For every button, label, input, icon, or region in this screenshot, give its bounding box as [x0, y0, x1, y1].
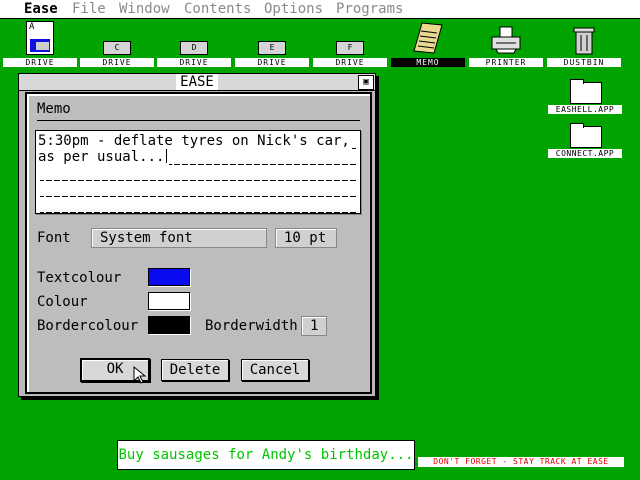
- menu-window[interactable]: Window: [119, 1, 170, 17]
- drive-label: DRIVE: [157, 58, 231, 67]
- hard-drive-icon: D: [180, 41, 208, 55]
- menu-contents[interactable]: Contents: [184, 1, 251, 17]
- textcolour-label: Textcolour: [37, 270, 122, 286]
- menu-bar: Ease File Window Contents Options Progra…: [0, 0, 640, 19]
- menu-programs[interactable]: Programs: [336, 1, 403, 17]
- mouse-pointer-icon: [133, 366, 147, 384]
- memo-line-text: [38, 197, 40, 213]
- drive-label: DRIVE: [3, 58, 77, 67]
- menu-file[interactable]: File: [72, 1, 106, 17]
- dustbin-icon: [573, 27, 595, 55]
- memo-line-5[interactable]: [38, 197, 358, 213]
- folder-icon: [570, 79, 602, 104]
- bordercolour-swatch[interactable]: [148, 316, 190, 334]
- hard-drive-icon: C: [103, 41, 131, 55]
- file-label: EASHELL.APP: [548, 105, 622, 114]
- memo-line-text: [38, 181, 40, 197]
- dialog-header: Memo: [37, 100, 360, 121]
- borderwidth-label: Borderwidth: [205, 318, 298, 334]
- hard-drive-icon: E: [258, 41, 286, 55]
- memo-line-text: [38, 165, 40, 181]
- memo-label: MEMO: [391, 58, 465, 67]
- memo-line-4[interactable]: [38, 181, 358, 197]
- reminder-note[interactable]: Buy sausages for Andy's birthday...: [117, 440, 415, 470]
- font-size-selector[interactable]: 10 pt: [275, 228, 337, 248]
- memo-line-text: 5:30pm - deflate tyres on Nick's car,: [38, 133, 352, 149]
- colour-swatch[interactable]: [148, 292, 190, 310]
- memo-notepad-icon: [413, 22, 443, 54]
- drive-label: DRIVE: [80, 58, 154, 67]
- memo-text-area[interactable]: 5:30pm - deflate tyres on Nick's car, as…: [35, 130, 361, 214]
- floppy-drive-icon: A: [26, 21, 54, 55]
- folder-icon: [570, 123, 602, 148]
- drive-letter: A: [29, 22, 35, 32]
- drive-label: DRIVE: [313, 58, 387, 67]
- delete-button[interactable]: Delete: [161, 359, 229, 381]
- reminder-banner[interactable]: DON'T FORGET - STAY TRACK AT EASE: [418, 457, 624, 467]
- hard-drive-icon: F: [336, 41, 364, 55]
- printer-icon: [491, 26, 521, 54]
- printer-label: PRINTER: [469, 58, 543, 67]
- memo-line-3[interactable]: [38, 165, 358, 181]
- colour-label: Colour: [37, 294, 88, 310]
- dustbin-label: DUSTBIN: [547, 58, 621, 67]
- bordercolour-label: Bordercolour: [37, 318, 139, 334]
- borderwidth-selector[interactable]: 1: [301, 316, 327, 336]
- memo-line-text: as per usual...: [38, 149, 167, 165]
- memo-dialog: Memo 5:30pm - deflate tyres on Nick's ca…: [25, 92, 372, 394]
- font-label: Font: [37, 230, 71, 246]
- font-selector[interactable]: System font: [91, 228, 267, 248]
- window-title: EASE: [176, 74, 218, 90]
- menu-ease[interactable]: Ease: [24, 1, 58, 17]
- fuller-icon[interactable]: ▣: [358, 75, 374, 90]
- cancel-button[interactable]: Cancel: [241, 359, 309, 381]
- memo-line-1[interactable]: 5:30pm - deflate tyres on Nick's car,: [38, 133, 358, 149]
- window-titlebar[interactable]: EASE ▣: [19, 74, 375, 91]
- drive-label: DRIVE: [235, 58, 309, 67]
- file-label: CONNECT.APP: [548, 149, 622, 158]
- text-cursor: [166, 149, 168, 163]
- textcolour-swatch[interactable]: [148, 268, 190, 286]
- menu-options[interactable]: Options: [264, 1, 323, 17]
- dialog-title: Memo: [37, 101, 71, 117]
- memo-line-2[interactable]: as per usual...: [38, 149, 358, 165]
